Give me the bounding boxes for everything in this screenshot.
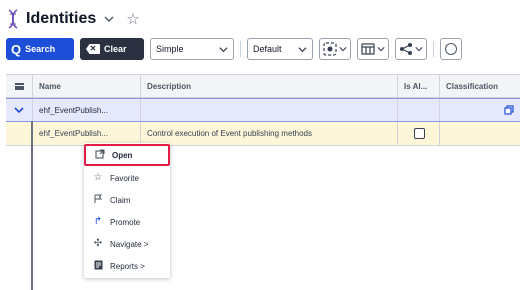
dna-icon — [8, 9, 18, 29]
menu-item-open[interactable]: Open — [84, 144, 170, 166]
promote-icon: ↱ — [93, 216, 103, 227]
table-row[interactable]: ehf_EventPublish... — [6, 98, 520, 122]
menu-item-label: Navigate > — [110, 239, 149, 249]
star-icon: ☆ — [93, 172, 103, 183]
row-expand-toggle[interactable] — [6, 99, 33, 121]
menu-lines-icon — [14, 82, 24, 90]
chevron-down-icon — [377, 47, 385, 52]
menu-item-label: Reports > — [110, 261, 145, 271]
identities-grid: Name Description Is Al... Classification… — [6, 74, 520, 146]
menu-item-label: Favorite — [110, 173, 139, 183]
reports-icon — [92, 260, 104, 273]
toolbar: Q Search ✕ Clear Simple Default — [6, 37, 462, 61]
menu-item-favorite[interactable]: ☆ Favorite — [84, 167, 170, 189]
share-icon — [400, 43, 412, 55]
table-row[interactable]: ehf_EventPublish... Control execution of… — [6, 122, 520, 146]
chevron-down-icon[interactable] — [104, 14, 114, 24]
column-header-is-al[interactable]: Is Al... — [398, 75, 440, 97]
row-classification-cell — [440, 122, 520, 145]
toolbar-divider — [433, 41, 434, 57]
column-settings-button[interactable] — [319, 38, 351, 60]
menu-item-label: Claim — [110, 195, 131, 205]
open-window-icon — [94, 148, 106, 162]
navigate-icon: ✣ — [93, 238, 103, 249]
row-menu-header[interactable] — [6, 75, 33, 97]
is-al-checkbox[interactable] — [414, 128, 425, 139]
search-mode-select[interactable]: Simple — [150, 38, 234, 60]
row-description-cell: Control execution of Event publishing me… — [141, 122, 398, 145]
row-description-cell — [141, 99, 398, 121]
page-header: Identities ☆ — [6, 6, 140, 32]
row-is-al-cell — [398, 99, 440, 121]
copy-icon[interactable] — [504, 105, 514, 115]
search-mode-value: Simple — [156, 44, 184, 54]
chevron-down-icon — [339, 47, 347, 52]
column-header-name[interactable]: Name — [33, 75, 141, 97]
grid-layout-button[interactable] — [357, 38, 389, 60]
search-icon: Q — [11, 41, 22, 57]
refresh-button[interactable] — [440, 38, 462, 60]
chevron-down-icon — [14, 107, 24, 114]
row-context-menu: Open ☆ Favorite Claim ↱ Promote ✣ Naviga… — [84, 143, 170, 278]
row-name-cell[interactable]: ehf_EventPublish... — [33, 99, 141, 121]
clear-button[interactable]: ✕ Clear — [80, 38, 144, 60]
grid-columns-icon — [361, 43, 375, 55]
clear-icon: ✕ — [86, 44, 100, 54]
clear-button-label: Clear — [104, 44, 127, 54]
share-button[interactable] — [395, 38, 427, 60]
row-name-cell[interactable]: ehf_EventPublish... — [33, 122, 141, 145]
grid-left-gutter — [6, 121, 33, 290]
chevron-down-icon — [219, 46, 228, 52]
menu-item-claim[interactable]: Claim — [84, 189, 170, 211]
flag-icon — [92, 194, 104, 207]
menu-item-promote[interactable]: ↱ Promote — [84, 211, 170, 233]
favorite-star-icon[interactable]: ☆ — [126, 12, 139, 27]
menu-item-label: Promote — [110, 217, 141, 227]
view-select[interactable]: Default — [247, 38, 313, 60]
chevron-down-icon — [415, 47, 423, 52]
row-is-al-cell — [398, 122, 440, 145]
toolbar-divider — [240, 41, 241, 57]
column-header-classification[interactable]: Classification — [440, 75, 520, 97]
search-button[interactable]: Q Search — [6, 38, 74, 60]
menu-item-reports[interactable]: Reports > — [84, 255, 170, 277]
chevron-down-icon — [298, 46, 307, 52]
search-button-label: Search — [25, 44, 56, 54]
menu-item-navigate[interactable]: ✣ Navigate > — [84, 233, 170, 255]
view-select-value: Default — [253, 44, 282, 54]
page-title: Identities — [26, 10, 97, 27]
grid-header-row: Name Description Is Al... Classification — [6, 74, 520, 98]
circle-icon — [445, 43, 457, 55]
target-settings-icon — [323, 42, 337, 56]
column-header-description[interactable]: Description — [141, 75, 398, 97]
menu-item-label: Open — [112, 150, 133, 160]
row-classification-cell — [440, 99, 520, 121]
